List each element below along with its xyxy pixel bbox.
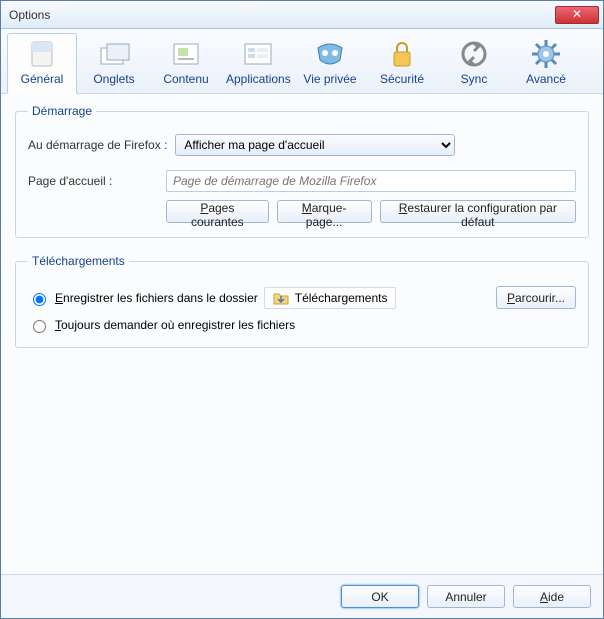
restore-default-button[interactable]: Restaurer la configuration par défaut [380, 200, 576, 223]
tab-label: Applications [226, 72, 290, 86]
startup-behavior-label: Au démarrage de Firefox : [28, 138, 167, 152]
tab-label: Sécurité [370, 72, 434, 86]
startup-behavior-select[interactable]: Afficher ma page d'accueil [175, 134, 455, 156]
download-folder-display: Téléchargements [264, 287, 397, 309]
window-title: Options [9, 8, 555, 22]
tab-content[interactable]: Contenu [151, 33, 221, 93]
always-ask-label: Toujours demander où enregistrer les fic… [55, 318, 295, 332]
gear-icon [530, 38, 562, 70]
tab-security[interactable]: Sécurité [367, 33, 437, 93]
category-toolbar: Général Onglets Contenu Applications Vie… [1, 29, 603, 94]
save-to-folder-radio[interactable] [33, 293, 46, 306]
use-bookmark-button[interactable]: Marque-page... [277, 200, 372, 223]
homepage-input[interactable] [166, 170, 576, 192]
tab-general[interactable]: Général [7, 33, 77, 94]
tab-label: Contenu [154, 72, 218, 86]
tab-advanced[interactable]: Avancé [511, 33, 581, 93]
content-area: Démarrage Au démarrage de Firefox : Affi… [1, 94, 603, 574]
folder-icon [273, 290, 289, 306]
startup-group: Démarrage Au démarrage de Firefox : Affi… [15, 104, 589, 238]
general-icon [26, 38, 58, 70]
tab-applications[interactable]: Applications [223, 33, 293, 93]
tab-tabs[interactable]: Onglets [79, 33, 149, 93]
tab-privacy[interactable]: Vie privée [295, 33, 365, 93]
tab-label: Vie privée [298, 72, 362, 86]
tab-sync[interactable]: Sync [439, 33, 509, 93]
downloads-group: Téléchargements Enregistrer les fichiers… [15, 254, 589, 348]
tab-label: Avancé [514, 72, 578, 86]
close-button[interactable]: ✕ [555, 6, 599, 24]
tab-label: Sync [442, 72, 506, 86]
tab-label: Général [10, 72, 74, 86]
tab-label: Onglets [82, 72, 146, 86]
ok-button[interactable]: OK [341, 585, 419, 608]
tabs-icon [98, 38, 130, 70]
help-button[interactable]: Aide [513, 585, 591, 608]
startup-legend: Démarrage [28, 104, 96, 118]
dialog-footer: OK Annuler Aide [1, 574, 603, 618]
browse-button[interactable]: Parcourir... [496, 286, 576, 309]
cancel-button[interactable]: Annuler [427, 585, 505, 608]
options-window: Options ✕ Général Onglets Contenu Appl [0, 0, 604, 619]
always-ask-radio[interactable] [33, 320, 46, 333]
content-icon [170, 38, 202, 70]
downloads-legend: Téléchargements [28, 254, 129, 268]
sync-icon [458, 38, 490, 70]
save-to-folder-label: Enregistrer les fichiers dans le dossier [55, 291, 258, 305]
title-bar: Options ✕ [1, 1, 603, 29]
applications-icon [242, 38, 274, 70]
homepage-label: Page d'accueil : [28, 174, 158, 188]
lock-icon [386, 38, 418, 70]
mask-icon [314, 38, 346, 70]
download-folder-name: Téléchargements [295, 291, 388, 305]
use-current-pages-button[interactable]: Pages courantes [166, 200, 269, 223]
